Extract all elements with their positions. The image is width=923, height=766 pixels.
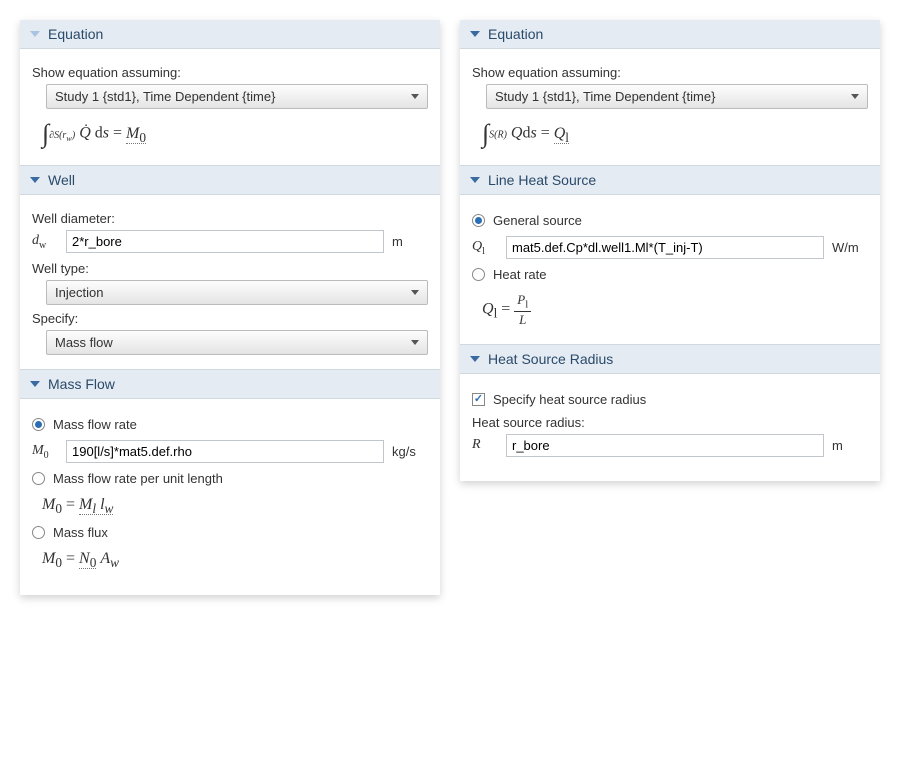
caret-down-icon	[411, 340, 419, 345]
section-title: Well	[48, 172, 75, 188]
caret-down-icon	[411, 94, 419, 99]
show-equation-label: Show equation assuming:	[32, 65, 428, 80]
study-dropdown-value: Study 1 {std1}, Time Dependent {time}	[55, 89, 275, 104]
caret-down-icon	[851, 94, 859, 99]
well-diameter-label: Well diameter:	[32, 211, 428, 226]
study-dropdown-value: Study 1 {std1}, Time Dependent {time}	[495, 89, 715, 104]
well-diameter-input[interactable]	[66, 230, 384, 253]
section-title: Heat Source Radius	[488, 351, 613, 367]
equation-display-right: ∫S(R) Qds = Ql	[482, 119, 864, 149]
chevron-down-icon	[470, 31, 480, 37]
caret-down-icon	[411, 290, 419, 295]
radius-input[interactable]	[506, 434, 824, 457]
section-header-equation-left[interactable]: Equation	[20, 20, 440, 49]
radio-mass-flow-rate[interactable]	[32, 418, 45, 431]
radio-label: Mass flux	[53, 525, 108, 540]
section-header-hsr[interactable]: Heat Source Radius	[460, 344, 880, 374]
unit-kgs: kg/s	[392, 444, 428, 459]
well-type-value: Injection	[55, 285, 103, 300]
unit-m: m	[832, 438, 868, 453]
radio-heat-rate[interactable]	[472, 268, 485, 281]
section-header-massflow[interactable]: Mass Flow	[20, 369, 440, 399]
unit-wm: W/m	[832, 240, 868, 255]
equation-ql-pl-l: Ql = PlL	[482, 292, 864, 328]
equation-m0-n0-aw: M0 = N0 Aw	[42, 550, 424, 571]
radio-mass-flow-per-length[interactable]	[32, 472, 45, 485]
panel-left: Equation Show equation assuming: Study 1…	[20, 20, 440, 595]
r-symbol: R	[472, 437, 498, 453]
radio-label: General source	[493, 213, 582, 228]
section-title: Equation	[48, 26, 103, 42]
well-type-label: Well type:	[32, 261, 428, 276]
panel-right: Equation Show equation assuming: Study 1…	[460, 20, 880, 481]
specify-value: Mass flow	[55, 335, 113, 350]
equation-display-left: ∫∂S(rw) Q̇ ds = M0	[42, 119, 424, 149]
m0-symbol: M0	[32, 443, 58, 461]
show-equation-label: Show equation assuming:	[472, 65, 868, 80]
chevron-down-icon	[470, 356, 480, 362]
chevron-down-icon	[470, 177, 480, 183]
section-title: Line Heat Source	[488, 172, 596, 188]
section-title: Mass Flow	[48, 376, 115, 392]
ql-input[interactable]	[506, 236, 824, 259]
chevron-down-icon	[30, 177, 40, 183]
radio-general-source[interactable]	[472, 214, 485, 227]
unit-m: m	[392, 234, 428, 249]
chevron-down-icon	[30, 31, 40, 37]
section-header-equation-right[interactable]: Equation	[460, 20, 880, 49]
section-header-well[interactable]: Well	[20, 165, 440, 195]
radius-label: Heat source radius:	[472, 415, 868, 430]
radio-mass-flux[interactable]	[32, 526, 45, 539]
section-header-lhs[interactable]: Line Heat Source	[460, 165, 880, 195]
specify-label: Specify:	[32, 311, 428, 326]
ql-symbol: Ql	[472, 239, 498, 257]
section-title: Equation	[488, 26, 543, 42]
equation-m0-ml-lw: M0 = Ml lw	[42, 496, 424, 517]
dw-symbol: dw	[32, 233, 58, 251]
study-dropdown-left[interactable]: Study 1 {std1}, Time Dependent {time}	[46, 84, 428, 109]
radio-label: Mass flow rate	[53, 417, 137, 432]
checkbox-label: Specify heat source radius	[493, 392, 646, 407]
radio-label: Heat rate	[493, 267, 546, 282]
checkbox-specify-radius[interactable]	[472, 393, 485, 406]
chevron-down-icon	[30, 381, 40, 387]
specify-dropdown[interactable]: Mass flow	[46, 330, 428, 355]
well-type-dropdown[interactable]: Injection	[46, 280, 428, 305]
radio-label: Mass flow rate per unit length	[53, 471, 223, 486]
study-dropdown-right[interactable]: Study 1 {std1}, Time Dependent {time}	[486, 84, 868, 109]
m0-input[interactable]	[66, 440, 384, 463]
